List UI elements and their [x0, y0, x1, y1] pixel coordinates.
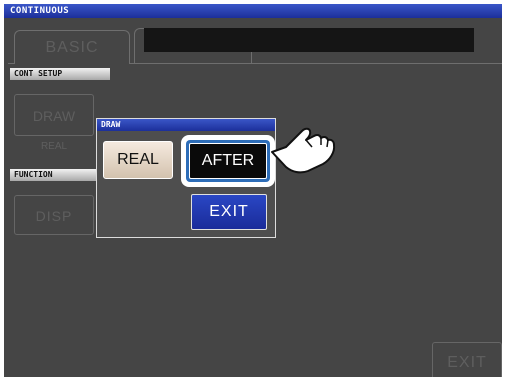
pointing-hand-icon	[271, 127, 336, 174]
dialog-title: DRAW	[97, 119, 275, 131]
window-title: CONTINUOUS	[4, 4, 502, 18]
draw-value: REAL	[40, 141, 68, 152]
real-option-button[interactable]: REAL	[103, 141, 173, 179]
continuous-screen: CONTINUOUS BASIC CONT SETUP DRAW REAL FU…	[4, 4, 502, 377]
status-field	[144, 28, 474, 52]
draw-button[interactable]: DRAW	[14, 94, 94, 136]
cont-setup-label: CONT SETUP	[10, 68, 110, 80]
selection-highlight-ring: AFTER	[186, 140, 270, 182]
function-label: FUNCTION	[10, 169, 110, 181]
draw-dialog: DRAW REAL AFTER EXIT	[96, 118, 276, 238]
exit-button[interactable]: EXIT	[432, 342, 502, 377]
tab-basic[interactable]: BASIC	[14, 30, 130, 64]
after-option-button[interactable]: AFTER	[189, 143, 267, 179]
tab-divider	[130, 63, 502, 64]
disp-button[interactable]: DISP	[14, 195, 94, 235]
dialog-exit-button[interactable]: EXIT	[191, 194, 267, 230]
selection-highlight: AFTER	[181, 135, 275, 187]
